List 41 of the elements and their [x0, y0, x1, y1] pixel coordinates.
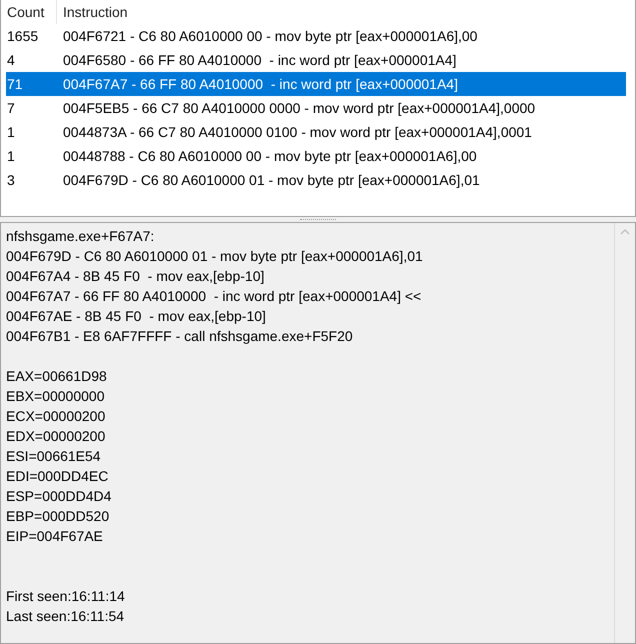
- list-row[interactable]: 1 0044873A - 66 C7 80 A4010000 0100 - mov word ptr [eax+000001A4],0001: [6, 120, 626, 144]
- instruction-cell-text: 004F6580 - 66 FF 80 A4010000 - inc word ptr [eax+000001A4]: [63, 50, 456, 70]
- count-cell-text: 1: [6, 122, 16, 142]
- list-row[interactable]: 4 004F6580 - 66 FF 80 A4010000 - inc word ptr [eax+000001A4]: [6, 48, 626, 72]
- list-row[interactable]: 71 004F67A7 - 66 FF 80 A4010000 - inc word ptr [eax+000001A4]: [6, 72, 626, 96]
- code-line: 004F67B1 - E8 6AF7FFFF - call nfshsgame.exe+F5F20: [6, 327, 354, 346]
- code-line: 004F67A4 - 8B 45 F0 - mov eax,[ebp-10]: [6, 267, 266, 286]
- list-row[interactable]: 7 004F5EB5 - 66 C7 80 A4010000 0000 - mov word ptr [eax+000001A4],0000: [6, 96, 626, 120]
- list-row[interactable]: 1 00448788 - C6 80 A6010000 00 - mov byte ptr [eax+000001A6],00: [6, 144, 626, 168]
- list-row[interactable]: 1655 004F6721 - C6 80 A6010000 00 - mov byte ptr [eax+000001A6],00: [6, 24, 626, 48]
- address-label: nfshsgame.exe+F67A7:: [6, 227, 156, 246]
- register-line: ESI=00661E54: [6, 447, 102, 466]
- register-line: EDI=000DD4EC: [6, 467, 110, 486]
- count-cell-text: 1: [6, 146, 16, 166]
- count-cell-text: 3: [6, 170, 16, 190]
- code-line: 004F67AE - 8B 45 F0 - mov eax,[ebp-10]: [6, 307, 267, 326]
- register-line: EAX=00661D98: [6, 367, 108, 386]
- instruction-cell-text: 004F679D - C6 80 A6010000 01 - mov byte ptr [eax+000001A6],01: [63, 170, 480, 190]
- count-cell-text: 7: [6, 98, 16, 118]
- count-cell-text: 71: [6, 74, 24, 94]
- instruction-cell-text: 004F5EB5 - 66 C7 80 A4010000 0000 - mov word ptr [eax+000001A4],0000: [63, 98, 536, 118]
- count-cell-text: 1655: [6, 26, 40, 46]
- register-line: EBX=00000000: [6, 387, 106, 406]
- code-line: 004F679D - C6 80 A6010000 01 - mov byte ptr [eax+000001A6],01: [6, 247, 424, 266]
- instruction-cell-text: 004F67A7 - 66 FF 80 A4010000 - inc word ptr [eax+000001A4]: [63, 74, 458, 94]
- count-cell-text: 4: [6, 50, 16, 70]
- register-line: ECX=00000200: [6, 407, 106, 426]
- timestamp-line: First seen:16:11:14: [6, 587, 126, 606]
- register-line: EDX=00000200: [6, 427, 106, 446]
- list-row[interactable]: 3 004F679D - C6 80 A6010000 01 - mov byte ptr [eax+000001A6],01: [6, 168, 626, 192]
- code-line: 004F67A7 - 66 FF 80 A4010000 - inc word ptr [eax+000001A4] <<: [6, 287, 422, 306]
- instruction-cell-text: 0044873A - 66 C7 80 A4010000 0100 - mov word ptr [eax+000001A4],0001: [63, 122, 532, 142]
- column-header[interactable]: Count: [1, 0, 57, 24]
- column-header[interactable]: Instruction: [57, 0, 635, 24]
- instruction-cell-text: 00448788 - C6 80 A6010000 00 - mov byte ptr [eax+000001A6],00: [63, 146, 477, 166]
- register-line: ESP=000DD4D4: [6, 487, 112, 506]
- register-line: EIP=004F67AE: [6, 527, 104, 546]
- register-line: EBP=000DD520: [6, 507, 110, 526]
- instruction-cell-text: 004F6721 - C6 80 A6010000 00 - mov byte ptr [eax+000001A6],00: [63, 26, 478, 46]
- scroll-up-icon[interactable]: [620, 229, 630, 235]
- timestamp-line: Last seen:16:11:54: [6, 607, 126, 626]
